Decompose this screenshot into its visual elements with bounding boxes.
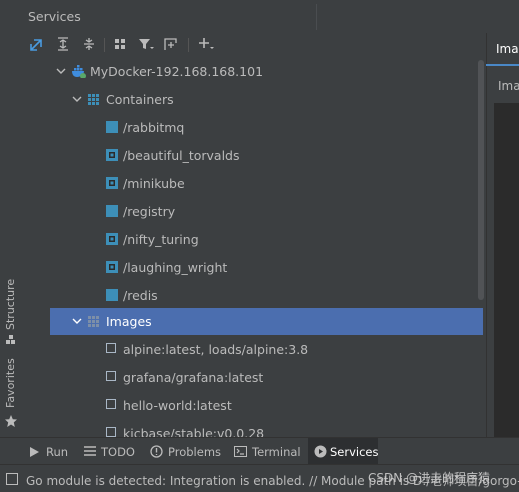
container-label: /minikube [123,176,185,191]
problems-tab[interactable]: Problems [148,438,224,465]
image-label: alpine:latest, loads/alpine:3.8 [123,342,309,357]
expand-icon[interactable] [30,39,42,51]
container-stopped-icon [106,205,118,217]
image-item[interactable]: grafana/grafana:latest [50,364,483,391]
chevron-down-icon[interactable] [72,316,82,326]
container-running-icon [106,261,118,273]
container-label: /beautiful_torvalds [123,148,240,163]
details-tab[interactable]: Imag [486,33,519,66]
image-icon [106,371,116,381]
run-tab[interactable]: Run [26,438,74,465]
todo-tab-label: TODO [101,445,135,459]
container-item[interactable]: /laughing_wright [50,254,483,281]
tree-node-label: MyDocker-192.168.168.101 [90,64,264,79]
services-tab-label: Services [330,445,379,459]
title-bar: Services [0,0,519,34]
chevron-down-icon[interactable] [72,94,82,104]
status-bar: Go module is detected: Integration is en… [0,464,519,492]
tool-column [22,33,50,437]
container-item[interactable]: /redis [50,282,483,309]
image-label: grafana/grafana:latest [123,370,264,385]
container-stopped-icon [106,121,118,133]
message-icon[interactable] [6,473,18,485]
image-icon [106,427,116,437]
docker-icon [72,65,86,78]
services-icon [314,445,327,458]
image-icon [106,343,116,353]
tree-node-label: Containers [106,92,174,107]
structure-icon [6,335,15,344]
services-tab[interactable]: Services [308,438,379,465]
images-icon [88,316,99,327]
run-tab-label: Run [46,445,69,459]
image-item[interactable]: hello-world:latest [50,392,483,419]
watermark: CSDN @进击的程序猿 [368,471,491,485]
image-item[interactable]: alpine:latest, loads/alpine:3.8 [50,336,483,363]
title-divider [316,4,317,30]
problems-tab-label: Problems [168,445,222,459]
group-icon[interactable] [114,37,128,51]
details-tab-label: Imag [496,42,519,56]
container-item[interactable]: /rabbitmq [50,114,483,141]
tree-node-docker-connection[interactable]: MyDocker-192.168.168.101 [50,58,483,85]
expand-all-icon[interactable] [82,37,96,51]
add-icon[interactable] [198,37,214,51]
chevron-down-icon[interactable] [56,66,66,76]
container-running-icon [106,149,118,161]
image-icon [106,399,116,409]
image-label: kicbase/stable:v0.0.28 [123,426,265,437]
left-tool-strip: Structure Favorites [0,33,23,437]
tree-node-images[interactable]: Images [50,308,483,335]
container-item[interactable]: /beautiful_torvalds [50,142,483,169]
container-label: /nifty_turing [123,232,199,247]
terminal-tab-label: Terminal [252,445,301,459]
services-tree: MyDocker-192.168.168.101 Containers /rab… [50,58,483,437]
details-content-area [494,103,519,437]
filter-icon[interactable] [138,37,154,51]
details-label: Ima [498,79,519,93]
collapse-all-icon[interactable] [56,37,70,51]
containers-icon [88,94,99,105]
toolbar-divider [104,38,105,52]
tree-scrollbar[interactable] [478,60,484,300]
structure-tab[interactable]: Structure [4,279,17,330]
container-item[interactable]: /nifty_turing [50,226,483,253]
new-tab-icon[interactable] [164,37,180,51]
container-item[interactable]: /registry [50,198,483,225]
container-stopped-icon [106,289,118,301]
container-running-icon [106,177,118,189]
image-label: hello-world:latest [123,398,232,413]
tree-node-containers[interactable]: Containers [50,86,483,113]
toolbar-divider [188,38,189,52]
container-label: /registry [123,204,176,219]
favorites-tab[interactable]: Favorites [4,358,17,408]
container-item[interactable]: /minikube [50,170,483,197]
window-title: Services [28,9,81,24]
bottom-tool-bar: Run TODO Problems Terminal Services [0,437,519,465]
star-icon [5,415,17,427]
container-label: /laughing_wright [123,260,228,275]
container-running-icon [106,233,118,245]
todo-tab[interactable]: TODO [82,438,142,465]
image-item[interactable]: kicbase/stable:v0.0.28 [50,420,483,437]
terminal-icon [234,446,247,457]
warning-icon [150,445,163,458]
services-toolbar [50,33,486,57]
list-icon [84,446,96,456]
tree-node-label: Images [106,314,152,329]
container-label: /redis [123,288,158,303]
terminal-tab[interactable]: Terminal [232,438,304,465]
play-icon [30,447,39,457]
container-label: /rabbitmq [123,120,185,135]
